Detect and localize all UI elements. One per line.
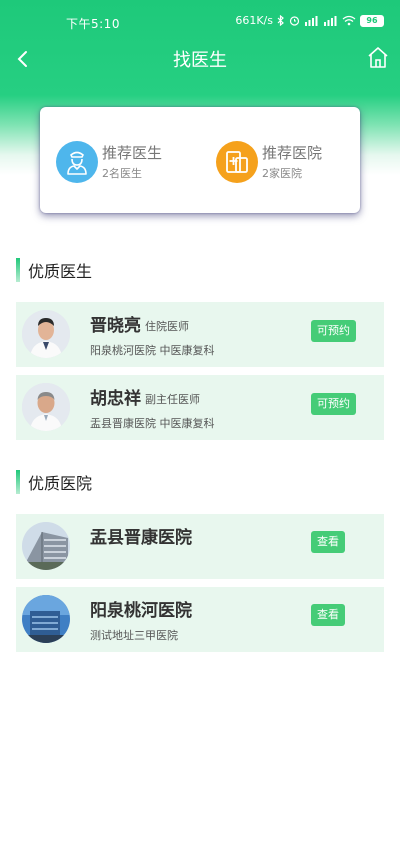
hospital-row[interactable]: 盂县晋康医院 查看 [16, 514, 384, 579]
doctor-hospital: 盂县晋康医院 中医康复科 [90, 417, 215, 430]
signal-icon [305, 16, 318, 26]
section-accent-bar [16, 470, 20, 494]
home-icon[interactable] [366, 44, 390, 72]
bluetooth-icon [277, 15, 284, 26]
book-appointment-button[interactable]: 可预约 [311, 393, 356, 415]
network-speed: 661K/s [235, 14, 273, 27]
doctor-row[interactable]: 胡忠祥 副主任医师 盂县晋康医院 中医康复科 可预约 [16, 375, 384, 440]
status-bar: 下午5:10 661K/s 96 [0, 0, 400, 40]
hospital-icon [216, 141, 258, 183]
view-hospital-button[interactable]: 查看 [311, 531, 345, 553]
recommended-doctors-entry[interactable]: 推荐医生 2名医生 [56, 141, 162, 183]
doctor-title: 副主任医师 [145, 393, 200, 406]
doctor-row[interactable]: 晋晓亮 住院医师 阳泉桃河医院 中医康复科 可预约 [16, 302, 384, 367]
hospitals-section-label: 优质医院 [28, 474, 93, 493]
doctor-avatar [22, 383, 70, 431]
recommended-doctors-count: 2名医生 [102, 166, 142, 180]
doctor-name: 胡忠祥 [90, 389, 141, 409]
status-time: 下午5:10 [66, 17, 120, 31]
doctors-section-label: 优质医生 [28, 262, 93, 281]
recommended-doctors-label: 推荐医生 [102, 143, 163, 162]
doctor-name: 晋晓亮 [90, 316, 141, 336]
doctors-section-title: 优质医生 [16, 258, 92, 282]
hospital-photo [22, 522, 70, 570]
doctor-hospital: 阳泉桃河医院 中医康复科 [90, 344, 215, 357]
recommended-hospitals-count: 2家医院 [262, 166, 302, 180]
doctor-avatar [22, 310, 70, 358]
page-title: 找医生 [173, 50, 227, 71]
nav-bar: 找医生 [0, 40, 400, 76]
summary-card: 推荐医生 2名医生 推荐医院 2家医院 [40, 107, 360, 213]
signal-icon-2 [324, 16, 337, 26]
section-accent-bar [16, 258, 20, 282]
recommended-hospitals-label: 推荐医院 [262, 143, 323, 162]
hospital-address: 测试地址三甲医院 [90, 629, 178, 642]
status-icons: 661K/s 96 [235, 14, 384, 27]
doctor-icon [56, 141, 98, 183]
hospitals-section-title: 优质医院 [16, 470, 92, 494]
doctor-title: 住院医师 [145, 320, 189, 333]
book-appointment-button[interactable]: 可预约 [311, 320, 356, 342]
hospital-name: 阳泉桃河医院 [90, 601, 192, 621]
alarm-icon [289, 16, 300, 26]
hospital-photo [22, 595, 70, 643]
hospital-row[interactable]: 阳泉桃河医院 测试地址三甲医院 查看 [16, 587, 384, 652]
view-hospital-button[interactable]: 查看 [311, 604, 345, 626]
battery-icon: 96 [360, 14, 384, 27]
hospital-name: 盂县晋康医院 [90, 528, 192, 548]
wifi-icon [342, 15, 356, 26]
recommended-hospitals-entry[interactable]: 推荐医院 2家医院 [216, 141, 322, 183]
